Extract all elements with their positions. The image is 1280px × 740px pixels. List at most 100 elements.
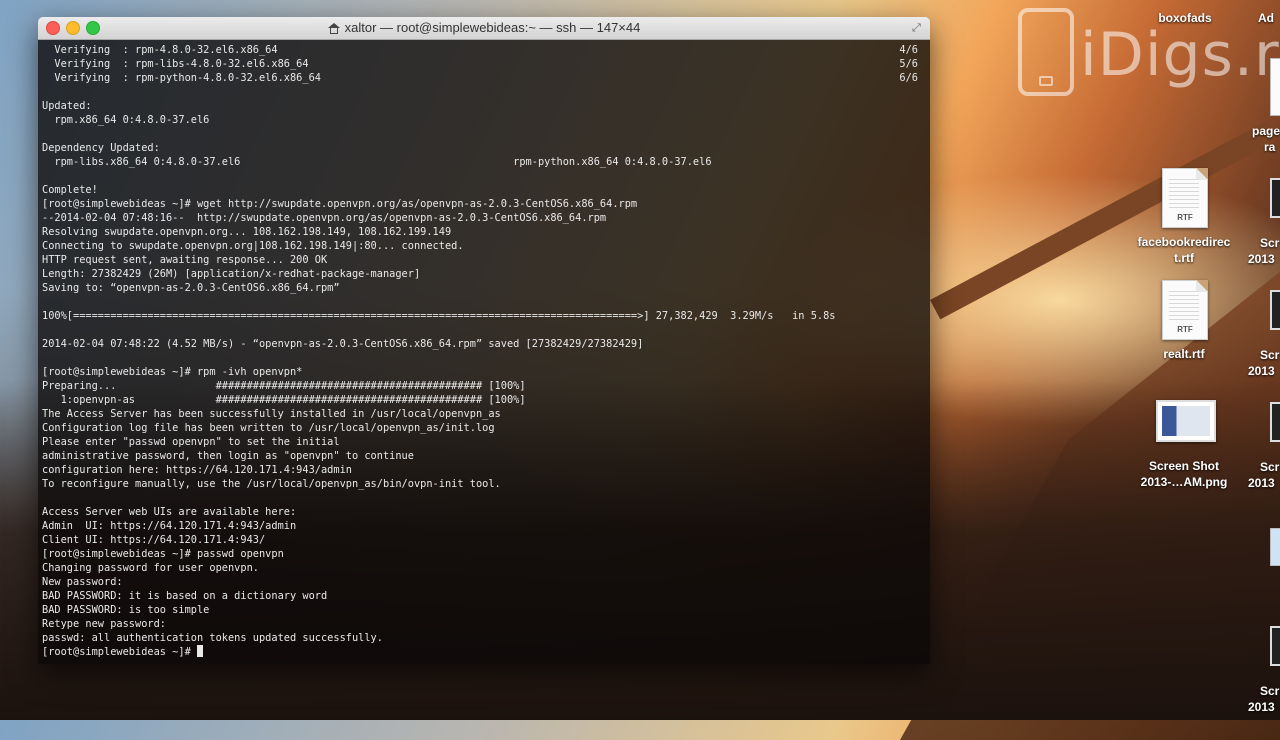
terminal-line-text: rpm-libs.x86_64 0:4.8.0-37.el6 rpm-pytho… (42, 156, 712, 168)
rtf-tag: RTF (1177, 213, 1193, 222)
desktop-icon-label-facebookredirect[interactable]: facebookredirec t.rtf (1124, 234, 1244, 266)
window-title: xaltor — root@simplewebideas:~ — ssh — 1… (38, 20, 930, 35)
edge-label-ra[interactable]: ra (1264, 139, 1280, 155)
terminal-line: Length: 27382429 (26M) [application/x-re… (42, 267, 926, 281)
terminal-line: --2014-02-04 07:48:16-- http://swupdate.… (42, 211, 926, 225)
terminal-window[interactable]: xaltor — root@simplewebideas:~ — ssh — 1… (38, 17, 930, 664)
terminal-line: Preparing... ###########################… (42, 379, 926, 393)
terminal-titlebar[interactable]: xaltor — root@simplewebideas:~ — ssh — 1… (38, 17, 930, 40)
edge-label[interactable]: 2013 (1248, 251, 1280, 267)
terminal-line: Admin UI: https://64.120.171.4:943/admin (42, 519, 926, 533)
terminal-line-text: [root@simplewebideas ~]# rpm -ivh openvp… (42, 366, 303, 378)
desktop-icon-label-screenshot[interactable]: Screen Shot 2013-…AM.png (1124, 458, 1244, 490)
terminal-line: Client UI: https://64.120.171.4:943/ (42, 533, 926, 547)
edge-label[interactable]: 2013 (1248, 363, 1280, 379)
terminal-line: Changing password for user openvpn. (42, 561, 926, 575)
terminal-line: [root@simplewebideas ~]# passwd openvpn (42, 547, 926, 561)
terminal-line: Verifying : rpm-libs-4.8.0-32.el6.x86_64… (42, 57, 926, 71)
terminal-output[interactable]: Verifying : rpm-4.8.0-32.el6.x86_64 4/6 V… (38, 40, 930, 664)
terminal-prompt-line[interactable]: [root@simplewebideas ~]# (42, 645, 926, 659)
terminal-line: 1:openvpn-as ###########################… (42, 393, 926, 407)
edge-label[interactable]: 2013 (1248, 475, 1280, 491)
terminal-line: HTTP request sent, awaiting response... … (42, 253, 926, 267)
desktop-label-boxofads[interactable]: boxofads (1145, 10, 1225, 26)
edge-label[interactable]: Scr (1260, 235, 1280, 251)
terminal-line-text: HTTP request sent, awaiting response... … (42, 254, 328, 266)
rtf-file-icon[interactable]: RTF (1162, 168, 1208, 228)
terminal-line-text: BAD PASSWORD: it is based on a dictionar… (42, 590, 328, 602)
edge-label[interactable]: Scr (1260, 347, 1280, 363)
terminal-line: Resolving swupdate.openvpn.org... 108.16… (42, 225, 926, 239)
terminal-line-text: Saving to: “openvpn-as-2.0.3-CentOS6.x86… (42, 282, 340, 294)
home-icon (327, 23, 340, 34)
terminal-line: [root@simplewebideas ~]# rpm -ivh openvp… (42, 365, 926, 379)
terminal-line: rpm-libs.x86_64 0:4.8.0-37.el6 rpm-pytho… (42, 155, 926, 169)
terminal-line-text: To reconfigure manually, use the /usr/lo… (42, 478, 501, 490)
terminal-line-text: Verifying : rpm-libs-4.8.0-32.el6.x86_64 (42, 58, 309, 70)
terminal-line-text: Length: 27382429 (26M) [application/x-re… (42, 268, 421, 280)
text-cursor (196, 645, 203, 657)
terminal-line-text: Access Server web UIs are available here… (42, 506, 297, 518)
terminal-line-text: 1:openvpn-as ###########################… (42, 394, 526, 406)
desktop-icon-label-realt[interactable]: realt.rtf (1134, 346, 1234, 362)
edge-folder-icon[interactable] (1270, 528, 1280, 566)
edge-label[interactable]: Scr (1260, 459, 1280, 475)
terminal-line: Dependency Updated: (42, 141, 926, 155)
terminal-line: Updated: (42, 99, 926, 113)
terminal-line: rpm.x86_64 0:4.8.0-37.el6 (42, 113, 926, 127)
terminal-line: BAD PASSWORD: is too simple (42, 603, 926, 617)
phone-icon (1018, 8, 1074, 96)
terminal-line-text: Complete! (42, 184, 98, 196)
terminal-line: BAD PASSWORD: it is based on a dictionar… (42, 589, 926, 603)
edge-screenshot-icon[interactable] (1270, 178, 1280, 218)
edge-screenshot-icon[interactable] (1270, 290, 1280, 330)
terminal-line-text: Client UI: https://64.120.171.4:943/ (42, 534, 266, 546)
terminal-line: Access Server web UIs are available here… (42, 505, 926, 519)
desktop-label-ad[interactable]: Ad (1258, 10, 1280, 26)
edge-screenshot-icon[interactable] (1270, 626, 1280, 666)
terminal-line: Verifying : rpm-python-4.8.0-32.el6.x86_… (42, 71, 926, 85)
terminal-line: administrative password, then login as "… (42, 449, 926, 463)
terminal-line: passwd: all authentication tokens update… (42, 631, 926, 645)
terminal-line-text: [root@simplewebideas ~]# passwd openvpn (42, 548, 284, 560)
fullscreen-icon[interactable]: ⤢ (912, 22, 924, 34)
terminal-line: configuration here: https://64.120.171.4… (42, 463, 926, 477)
terminal-line-text: 2014-02-04 07:48:22 (4.52 MB/s) - “openv… (42, 338, 644, 350)
terminal-line: [root@simplewebideas ~]# wget http://swu… (42, 197, 926, 211)
terminal-line-text: Verifying : rpm-4.8.0-32.el6.x86_64 (42, 44, 278, 56)
terminal-line: Complete! (42, 183, 926, 197)
watermark-text: iDigs.ru (1080, 20, 1280, 90)
terminal-line: 2014-02-04 07:48:22 (4.52 MB/s) - “openv… (42, 337, 926, 351)
edge-label[interactable]: Scr (1260, 683, 1280, 699)
terminal-line: Connecting to swupdate.openvpn.org|108.1… (42, 239, 926, 253)
terminal-line-text: 100%[===================================… (42, 310, 836, 322)
window-title-text: xaltor — root@simplewebideas:~ — ssh — 1… (344, 20, 641, 35)
terminal-line-text: Admin UI: https://64.120.171.4:943/admin (42, 520, 297, 532)
edge-label[interactable]: 2013 (1248, 699, 1280, 715)
terminal-line: The Access Server has been successfully … (42, 407, 926, 421)
edge-file-icon[interactable] (1270, 58, 1280, 116)
terminal-line-text: Preparing... ###########################… (42, 380, 526, 392)
edge-screenshot-icon[interactable] (1270, 402, 1280, 442)
terminal-line-text: Configuration log file has been written … (42, 422, 495, 434)
terminal-line-text: passwd: all authentication tokens update… (42, 632, 383, 644)
terminal-progress-count: 5/6 (899, 58, 918, 70)
terminal-line-text: configuration here: https://64.120.171.4… (42, 464, 352, 476)
terminal-line: Please enter "passwd openvpn" to set the… (42, 435, 926, 449)
screenshot-thumbnail-icon[interactable] (1156, 400, 1216, 442)
terminal-line-text: Dependency Updated: (42, 142, 160, 154)
terminal-line-text: Resolving swupdate.openvpn.org... 108.16… (42, 226, 452, 238)
terminal-line-text: Please enter "passwd openvpn" to set the… (42, 436, 340, 448)
terminal-line-text: Connecting to swupdate.openvpn.org|108.1… (42, 240, 464, 252)
rtf-tag: RTF (1177, 325, 1193, 334)
terminal-line-text: Retype new password: (42, 618, 166, 630)
terminal-line: 100%[===================================… (42, 309, 926, 323)
terminal-line-text: The Access Server has been successfully … (42, 408, 501, 420)
rtf-file-icon[interactable]: RTF (1162, 280, 1208, 340)
edge-label-page[interactable]: page (1252, 123, 1280, 139)
